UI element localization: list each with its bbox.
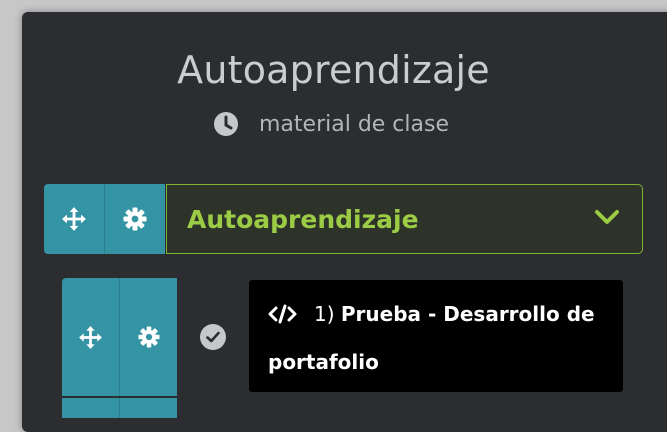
activity-number: 1): [314, 302, 335, 326]
section-row: Autoaprendizaje: [44, 184, 643, 254]
next-item-settings-button[interactable]: [120, 398, 177, 418]
section-label: Autoaprendizaje: [187, 204, 419, 234]
subtitle-text: material de clase: [259, 111, 449, 137]
list-item: 1) Prueba - Desarrollo de portafolio: [62, 278, 642, 418]
clock-icon: [214, 112, 238, 136]
activity-title-line2: portafolio: [268, 350, 379, 374]
section-settings-button[interactable]: [105, 184, 165, 254]
section-move-button[interactable]: [44, 184, 105, 254]
chevron-down-icon: [595, 210, 619, 224]
page-title: Autoaprendizaje: [177, 48, 490, 92]
check-circle-icon: [200, 324, 226, 350]
checkmark-icon: [206, 331, 220, 343]
next-item-move-button[interactable]: [62, 398, 120, 418]
move-arrows-icon: [62, 207, 86, 231]
item-move-button[interactable]: [62, 278, 120, 396]
subtitle: material de clase: [213, 109, 449, 139]
move-arrows-icon: [79, 325, 102, 349]
gear-icon: [137, 326, 160, 348]
activity-title: 1) Prueba - Desarrollo de: [268, 302, 595, 326]
activity-title-line1: Prueba - Desarrollo de: [340, 302, 595, 326]
code-icon: [268, 304, 297, 324]
section-dropdown[interactable]: Autoaprendizaje: [166, 184, 643, 254]
gear-icon: [123, 207, 147, 231]
item-settings-button[interactable]: [120, 278, 177, 396]
activity-card[interactable]: 1) Prueba - Desarrollo de portafolio: [249, 280, 623, 392]
